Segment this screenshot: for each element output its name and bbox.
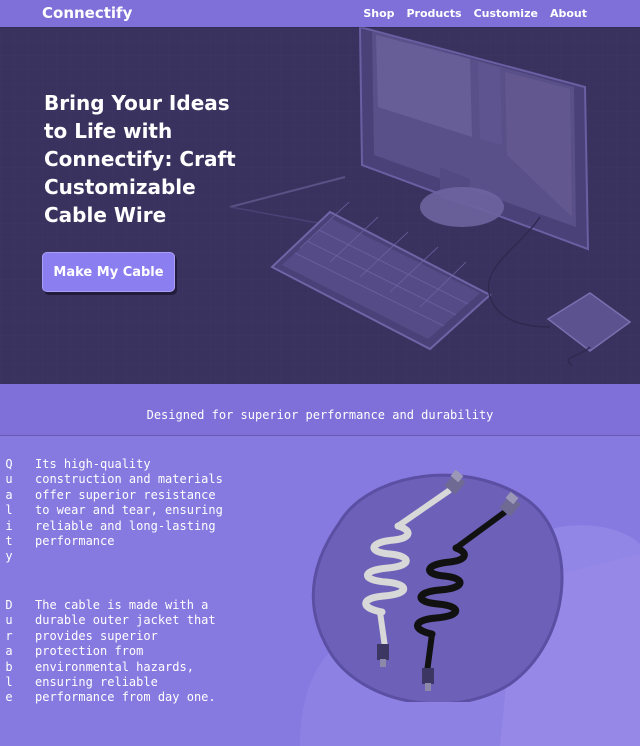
- tagline-band: Designed for superior performance and du…: [0, 384, 640, 436]
- nav-link-products[interactable]: Products: [407, 7, 462, 20]
- feature-label-letter: r: [5, 628, 13, 643]
- nav-link-about[interactable]: About: [550, 7, 587, 20]
- feature-label-durable: Durable: [3, 598, 15, 706]
- feature-label-letter: a: [5, 644, 13, 659]
- section-tagline: Designed for superior performance and du…: [146, 408, 494, 422]
- make-my-cable-button[interactable]: Make My Cable: [42, 252, 175, 292]
- nav-link-shop[interactable]: Shop: [363, 7, 394, 20]
- feature-label-letter: a: [5, 487, 13, 502]
- main-nav: Shop Products Customize About: [363, 7, 587, 20]
- feature-label-letter: D: [5, 598, 13, 612]
- features-section: Designed for superior performance and du…: [0, 384, 640, 746]
- feature-text-durable: The cable is made with a durable outer j…: [35, 598, 216, 705]
- top-navbar: Connectify Shop Products Customize About: [0, 0, 640, 27]
- feature-label-letter: t: [5, 534, 13, 549]
- nav-link-customize[interactable]: Customize: [474, 7, 538, 20]
- coiled-cables-illustration: [311, 469, 564, 702]
- feature-label-letter: e: [5, 690, 13, 705]
- feature-label-letter: u: [5, 613, 13, 628]
- feature-label-letter: Q: [5, 457, 13, 471]
- feature-label-letter: l: [5, 675, 13, 690]
- feature-label-letter: b: [5, 659, 13, 674]
- feature-text-quality: Its high-quality construction and materi…: [35, 457, 223, 549]
- feature-label-letter: y: [5, 549, 13, 564]
- hero-section: Bring Your Ideas to Life with Connectify…: [0, 27, 640, 384]
- hero-heading: Bring Your Ideas to Life with Connectify…: [44, 91, 236, 227]
- feature-label-letter: l: [5, 503, 13, 518]
- feature-label-letter: i: [5, 518, 13, 533]
- feature-label-quality: Quality: [3, 457, 15, 565]
- feature-label-letter: u: [5, 472, 13, 487]
- brand-logo[interactable]: Connectify: [42, 4, 132, 22]
